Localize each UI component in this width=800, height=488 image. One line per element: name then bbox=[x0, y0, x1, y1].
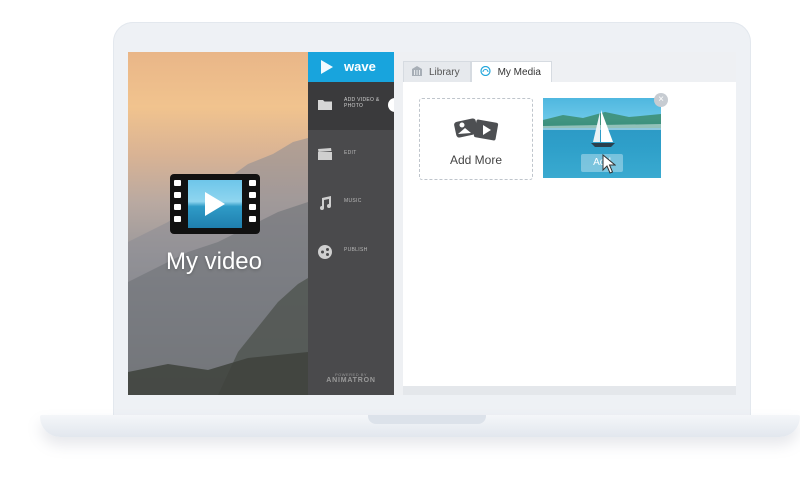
clapperboard-icon bbox=[318, 148, 334, 162]
sidebar-item-label: PUBLISH bbox=[344, 247, 368, 253]
add-more-button[interactable]: Add More bbox=[419, 98, 533, 180]
laptop-notch bbox=[368, 415, 486, 424]
media-thumbnail[interactable]: Add bbox=[543, 98, 661, 178]
powered-by: POWERED BY ANIMATRON bbox=[308, 372, 394, 384]
film-play-icon[interactable] bbox=[170, 174, 260, 234]
media-tabs: Library My Media bbox=[403, 61, 552, 82]
sidebar-item-edit[interactable]: EDIT bbox=[308, 132, 394, 180]
play-icon bbox=[205, 192, 225, 216]
sidebar-item-label: EDIT bbox=[344, 150, 357, 156]
powered-by-brand: ANIMATRON bbox=[326, 377, 376, 384]
mouse-cursor-icon bbox=[602, 154, 616, 174]
sidebar-item-label: ADD VIDEO & PHOTO bbox=[344, 97, 380, 109]
library-icon bbox=[412, 65, 422, 79]
video-title: My video bbox=[165, 248, 263, 275]
laptop-mockup: My video wave ADD VIDEO & PHOTO EDIT MUS… bbox=[0, 0, 800, 488]
tab-label: My Media bbox=[497, 66, 541, 78]
folder-icon bbox=[318, 98, 334, 112]
cloud-icon bbox=[479, 65, 491, 79]
add-more-label: Add More bbox=[449, 153, 503, 167]
media-panel: Library My Media Add More Add × bbox=[394, 52, 736, 395]
media-grid: Add More Add × bbox=[403, 82, 736, 386]
music-note-icon bbox=[318, 196, 334, 210]
tab-library[interactable]: Library bbox=[403, 61, 471, 82]
sidebar-item-music[interactable]: MUSIC bbox=[308, 180, 394, 228]
sidebar-item-label: MUSIC bbox=[344, 198, 362, 204]
sidebar-item-publish[interactable]: PUBLISH bbox=[308, 229, 394, 277]
tab-label: Library bbox=[429, 66, 460, 78]
tab-my-media[interactable]: My Media bbox=[470, 61, 552, 82]
sidebar-item-add-video-photo[interactable]: ADD VIDEO & PHOTO bbox=[308, 82, 400, 130]
logo-text: wave bbox=[344, 59, 376, 74]
share-icon bbox=[318, 245, 334, 259]
video-preview-panel: My video bbox=[128, 52, 308, 395]
sidebar: wave ADD VIDEO & PHOTO EDIT MUSIC PUBLIS… bbox=[308, 52, 400, 395]
remove-media-button[interactable]: × bbox=[654, 93, 668, 107]
panel-footer bbox=[403, 386, 736, 395]
add-media-icon bbox=[454, 118, 499, 141]
app-logo[interactable]: wave bbox=[308, 52, 394, 82]
wave-logo-icon bbox=[321, 60, 333, 74]
app-screen: My video wave ADD VIDEO & PHOTO EDIT MUS… bbox=[128, 52, 736, 395]
